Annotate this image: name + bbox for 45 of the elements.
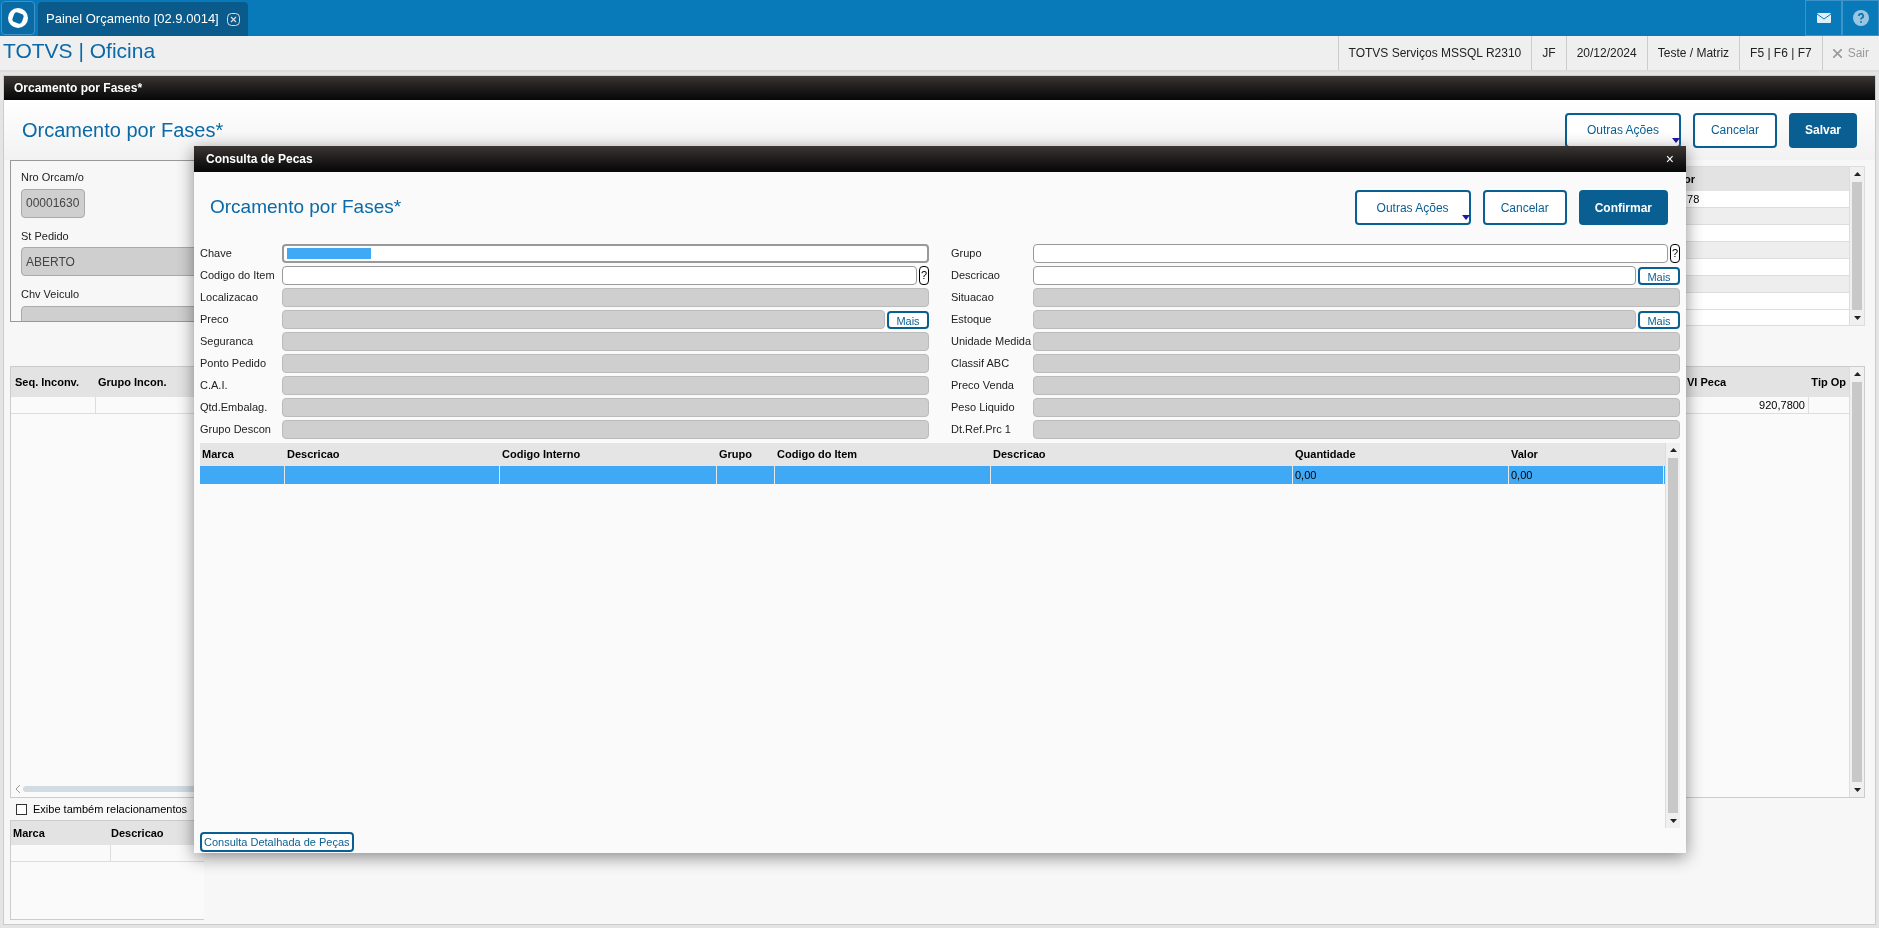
page-heading: Orcamento por Fases* — [22, 118, 224, 143]
dialog-title: Consulta de Pecas — [206, 151, 313, 168]
column-header: Grupo Incon. — [97, 374, 167, 390]
app-title: TOTVS | Oficina — [2, 38, 156, 64]
dialog-heading: Orcamento por Fases* — [210, 195, 402, 220]
header-info: TOTVS Serviços MSSQL R2310 — [1337, 36, 1532, 70]
field-label: C.A.I. — [200, 378, 229, 394]
header-info: Teste / Matriz — [1646, 36, 1740, 70]
column-header: Quantidade — [1294, 447, 1357, 463]
field-label: Preco — [200, 312, 230, 328]
field-label: St Pedido — [21, 228, 70, 244]
field-label: Classif ABC — [951, 356, 1011, 372]
field-label: Ponto Pedido — [200, 356, 268, 372]
column-header: Grupo — [718, 447, 753, 463]
column-header: Seq. Inconv. — [14, 374, 80, 390]
field-label: Situacao — [951, 290, 995, 306]
column-header: Descricao — [992, 447, 1047, 463]
column-header: Valor — [1510, 447, 1539, 463]
column-header: Marca — [12, 825, 46, 841]
field-label: Grupo — [951, 246, 983, 262]
field-label: Descricao — [951, 268, 1001, 284]
field-label: Estoque — [951, 312, 993, 328]
column-header: Descricao — [286, 447, 341, 463]
field-label: Dt.Ref.Prc 1 — [951, 422, 1012, 438]
table-cell: 0,00 — [1509, 466, 1664, 484]
column-header: Codigo do Item — [776, 447, 859, 463]
field-label: Nro Orcam/o — [21, 170, 85, 185]
field-label: Preco Venda — [951, 378, 1015, 394]
field-label: Seguranca — [200, 334, 255, 350]
page-title-bar: Orcamento por Fases* — [4, 76, 1875, 100]
table-cell: 0,00 — [1293, 466, 1509, 484]
column-header: Marca — [201, 447, 235, 463]
field-label: Peso Liquido — [951, 400, 1016, 416]
checkbox-label: Exibe também relacionamentos — [33, 801, 188, 817]
column-header: Tip Op — [1810, 374, 1847, 390]
field-label: Qtd.Embalag. — [200, 400, 269, 416]
field-label: Grupo Descon — [200, 422, 272, 438]
field-label: Localizacao — [200, 290, 260, 306]
header-info: F5 | F6 | F7 — [1739, 36, 1822, 70]
column-header: Codigo Interno — [501, 447, 582, 463]
header-info: JF — [1531, 36, 1566, 70]
column-header: Vl Peca — [1686, 374, 1728, 390]
header-info: 20/12/2024 — [1565, 36, 1647, 70]
field-label: Unidade Medida — [951, 334, 1031, 350]
column-header: Descricao — [111, 825, 164, 841]
